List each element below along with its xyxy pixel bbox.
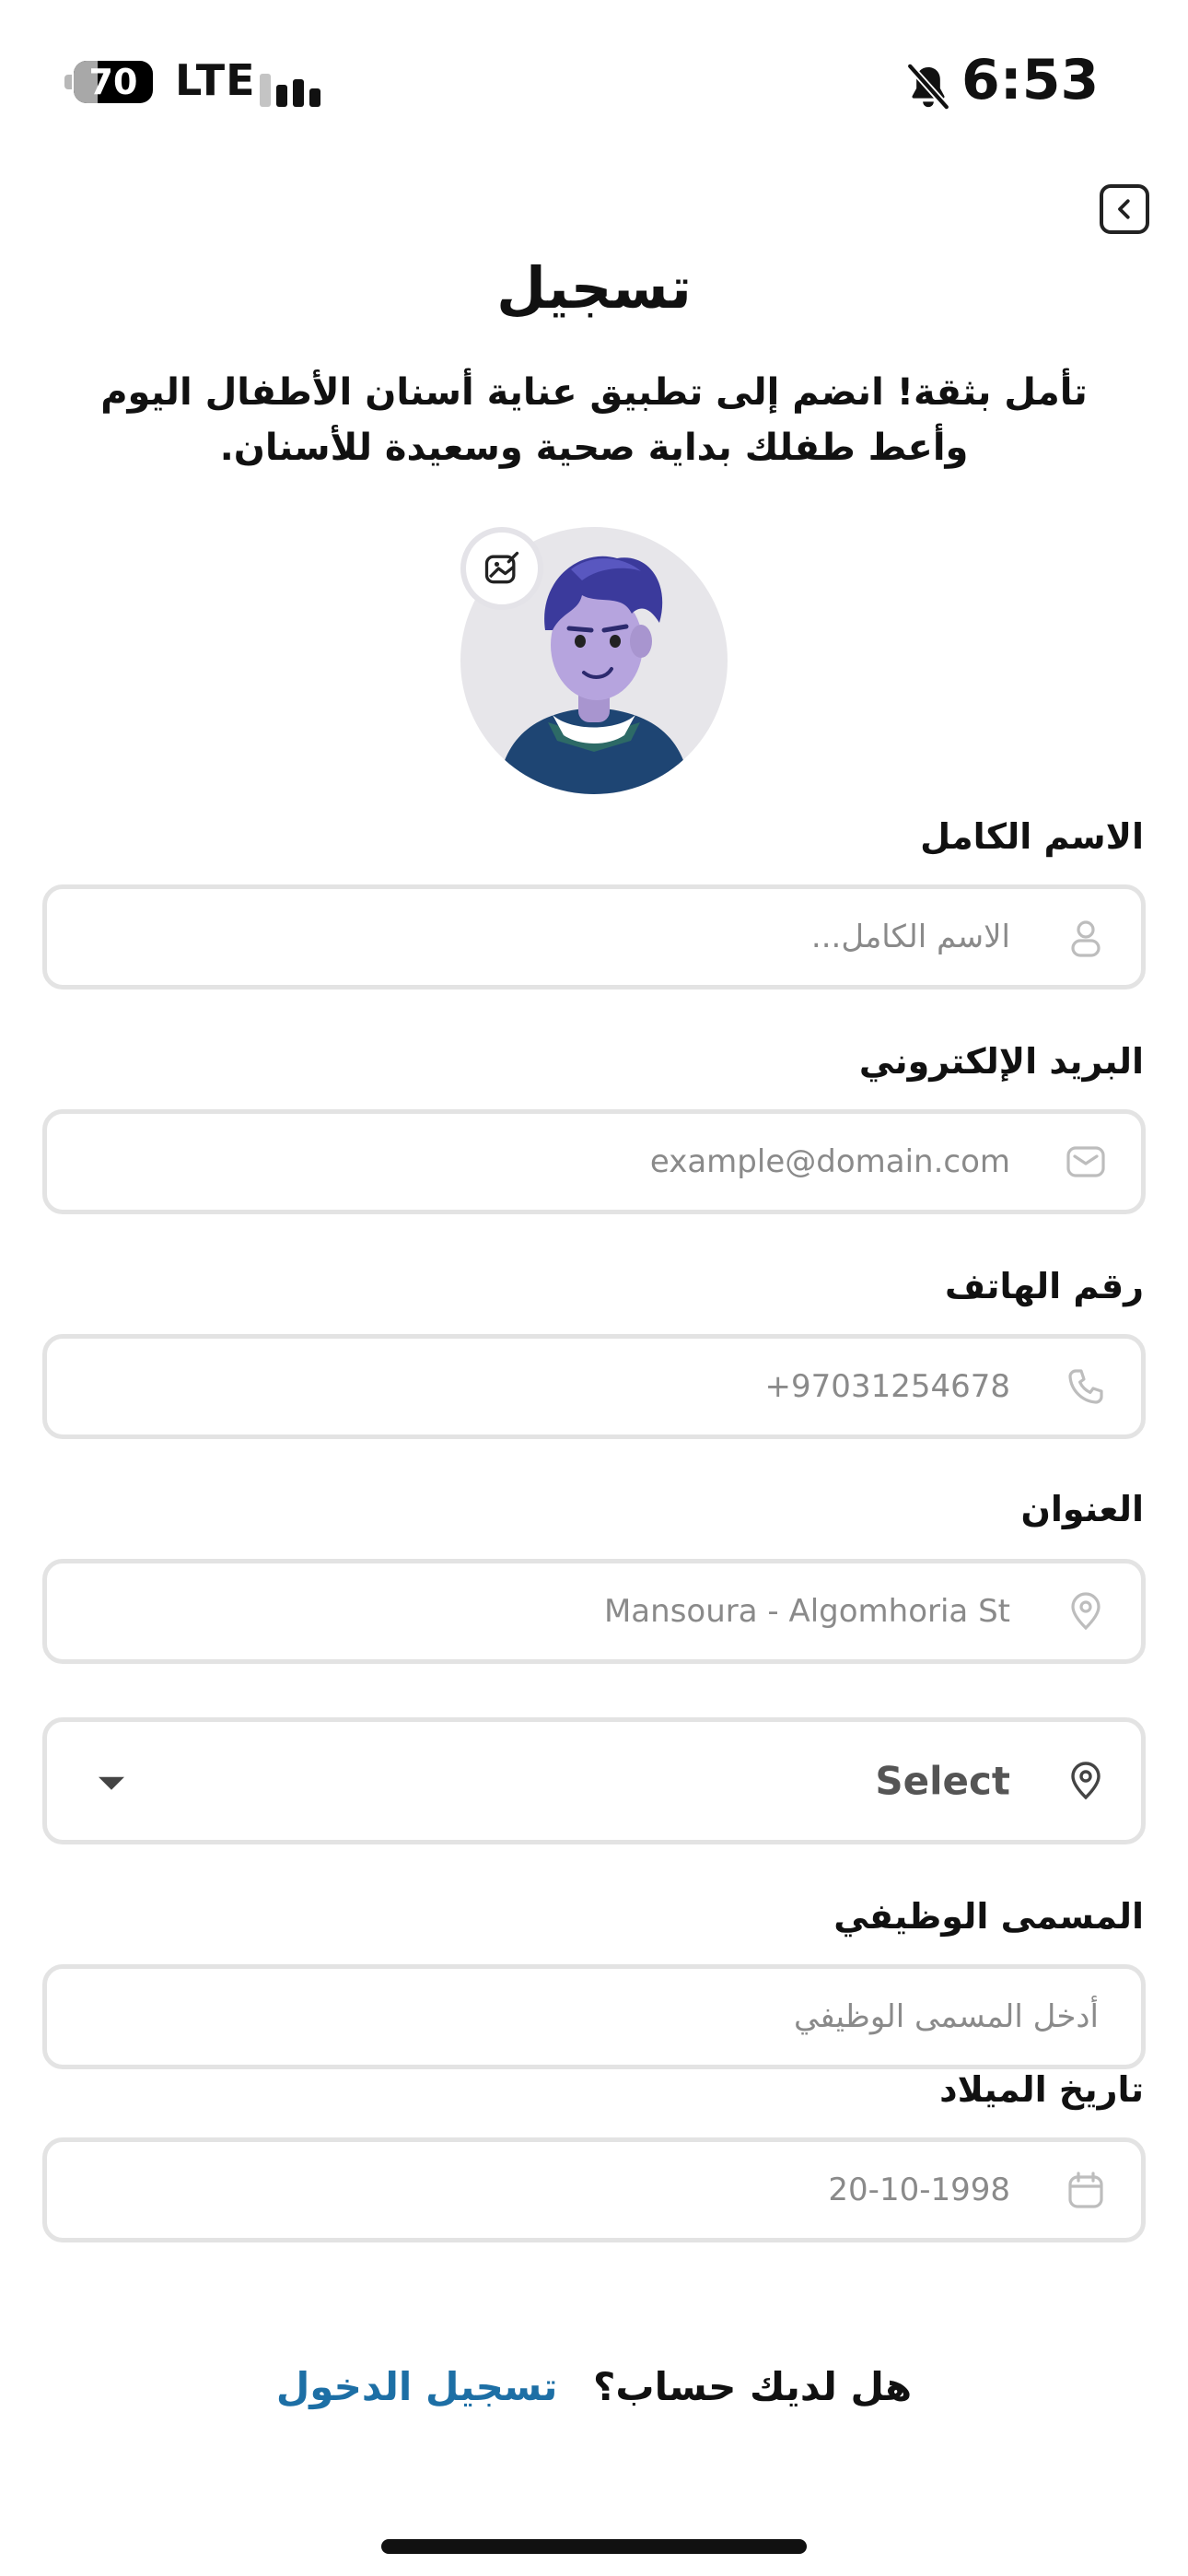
email-field[interactable]: example@domain.com (42, 1109, 1146, 1214)
job-title-label: المسمى الوظيفي (833, 1896, 1144, 1937)
login-link[interactable]: تسجيل الدخول (276, 2364, 558, 2409)
login-prompt: هل لديك حساب؟ تسجيل الدخول (0, 2364, 1188, 2409)
address-label: العنوان (1020, 1489, 1144, 1529)
phone-label: رقم الهاتف (945, 1266, 1144, 1306)
back-button[interactable] (1100, 184, 1149, 234)
page-title: تسجيل (496, 254, 692, 322)
birth-date-field[interactable]: 20-10-1998 (42, 2137, 1146, 2242)
job-title-field[interactable]: أدخل المسمى الوظيفي (42, 1964, 1146, 2069)
job-title-placeholder: أدخل المسمى الوظيفي (794, 1998, 1099, 2035)
phone-placeholder: 97031254678+ (764, 1368, 1010, 1405)
register-screen: 70 LTE 6:53 تسجيل تأمل بثقة! انضم إلى تط… (0, 0, 1188, 2576)
address-placeholder: Mansoura - Algomhoria St (603, 1593, 1010, 1630)
region-select[interactable]: Select (42, 1717, 1146, 1844)
region-select-value: Select (875, 1758, 1010, 1804)
status-time: 6:53 (961, 48, 1100, 112)
page-subtitle: تأمل بثقة! انضم إلى تطبيق عناية أسنان ال… (100, 371, 1088, 469)
mail-icon (1066, 1146, 1105, 1177)
birth-date-label: تاريخ الميلاد (939, 2069, 1144, 2110)
chevron-down-icon (99, 1776, 124, 1790)
full-name-label: الاسم الكامل (920, 816, 1144, 857)
user-icon (1071, 920, 1101, 957)
location-pin-icon (1071, 1592, 1101, 1631)
full-name-placeholder: الاسم الكامل... (810, 919, 1010, 955)
email-placeholder: example@domain.com (649, 1143, 1010, 1180)
home-indicator[interactable] (381, 2539, 807, 2554)
battery-level: 70 (88, 62, 138, 102)
phone-field[interactable]: 97031254678+ (42, 1334, 1146, 1439)
bell-slash-icon (907, 64, 949, 110)
calendar-icon (1068, 2172, 1103, 2208)
network-type: LTE (175, 55, 256, 105)
location-pin-icon (1071, 1762, 1101, 1800)
avatar[interactable] (460, 527, 728, 794)
chevron-left-icon (1118, 199, 1130, 219)
status-bar: 70 LTE 6:53 (0, 48, 1188, 114)
phone-icon (1068, 1369, 1103, 1404)
edit-photo-button[interactable] (460, 527, 543, 610)
battery-indicator: 70 (64, 61, 153, 103)
login-question: هل لديك حساب؟ (593, 2364, 913, 2409)
signal-icon (260, 68, 326, 107)
image-edit-icon (484, 548, 519, 584)
birth-date-placeholder: 20-10-1998 (828, 2172, 1010, 2208)
full-name-field[interactable]: الاسم الكامل... (42, 884, 1146, 989)
email-label: البريد الإلكتروني (858, 1041, 1144, 1082)
address-field[interactable]: Mansoura - Algomhoria St (42, 1559, 1146, 1664)
